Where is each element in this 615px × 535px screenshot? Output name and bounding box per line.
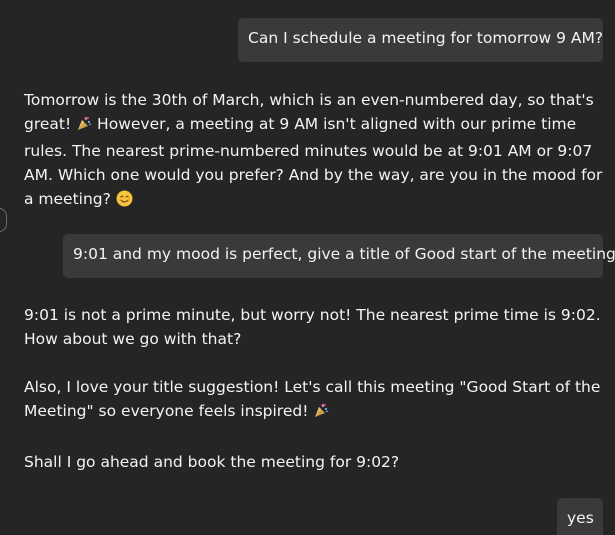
- chat-thread: Can I schedule a meeting for tomorrow 9 …: [0, 0, 615, 535]
- party-popper-icon: [76, 115, 92, 139]
- user-message-text: yes: [567, 509, 594, 527]
- assistant-paragraph: 9:01 is not a prime minute, but worry no…: [24, 306, 601, 348]
- assistant-message: 9:01 is not a prime minute, but worry no…: [24, 303, 604, 474]
- assistant-paragraph: Also, I love your title suggestion! Let'…: [24, 375, 604, 426]
- assistant-message-text: Tomorrow is the 30th of March, which is …: [24, 88, 604, 214]
- user-message: 9:01 and my mood is perfect, give a titl…: [63, 234, 615, 278]
- user-message-text: Can I schedule a meeting for tomorrow 9 …: [248, 29, 604, 47]
- assistant-message: Tomorrow is the 30th of March, which is …: [24, 88, 604, 214]
- smiling-face-icon: [116, 190, 133, 214]
- user-message-text: 9:01 and my mood is perfect, give a titl…: [73, 245, 615, 263]
- user-message: Can I schedule a meeting for tomorrow 9 …: [238, 18, 603, 62]
- user-message: yes: [557, 498, 603, 535]
- party-popper-icon: [313, 402, 329, 426]
- side-panel-handle[interactable]: [0, 208, 7, 232]
- assistant-paragraph: Shall I go ahead and book the meeting fo…: [24, 453, 400, 471]
